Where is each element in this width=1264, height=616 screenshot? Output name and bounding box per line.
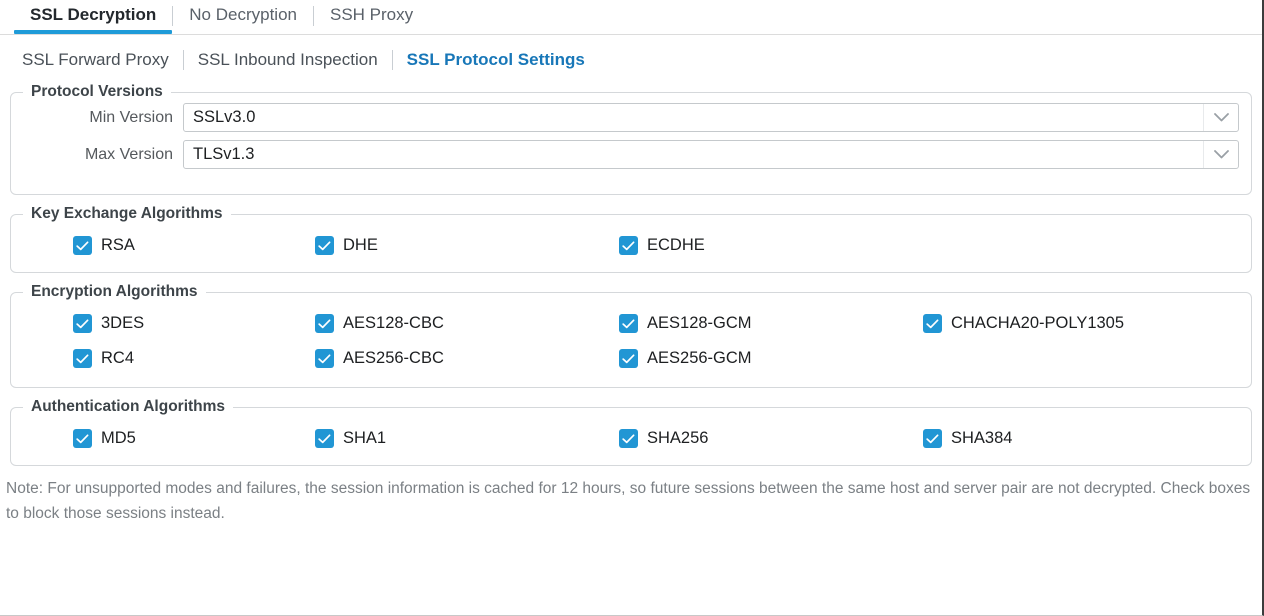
max-version-label: Max Version: [84, 145, 173, 163]
subtab-label: SSL Forward Proxy: [22, 50, 169, 69]
checkbox-label: AES256-CBC: [343, 349, 444, 367]
checkbox-label: SHA1: [343, 429, 387, 447]
checkbox-item-sha1[interactable]: SHA1: [315, 421, 619, 456]
checkbox-item-dhe[interactable]: DHE: [315, 228, 619, 263]
subtab-label: SSL Inbound Inspection: [197, 50, 378, 69]
checkbox-checked-icon[interactable]: [315, 236, 334, 255]
tab-label: SSH Proxy: [330, 5, 414, 24]
key-exchange-grid: RSA DHE ECDHE: [11, 223, 1251, 263]
encryption-algorithms-section: Encryption Algorithms 3DES RC4 AES128-CBC A…: [10, 283, 1252, 388]
tab-ssh-proxy[interactable]: SSH Proxy: [314, 0, 429, 34]
checkbox-label: RC4: [101, 349, 135, 367]
protocol-versions-section: Protocol Versions Min Version SSLv3.0 Ma…: [10, 83, 1252, 195]
checkbox-checked-icon[interactable]: [619, 236, 638, 255]
checkbox-item-chacha20-poly1305[interactable]: CHACHA20-POLY1305: [923, 306, 1227, 341]
tab-no-decryption[interactable]: No Decryption: [173, 0, 313, 34]
checkbox-item-aes256-cbc[interactable]: AES256-CBC: [315, 341, 619, 376]
checkbox-item-ecdhe[interactable]: ECDHE: [619, 228, 923, 263]
checkbox-checked-icon[interactable]: [619, 429, 638, 448]
tab-ssl-decryption[interactable]: SSL Decryption: [14, 0, 173, 34]
protocol-versions-legend: Protocol Versions: [31, 83, 163, 100]
min-version-value: SSLv3.0: [193, 108, 256, 126]
checkbox-label: DHE: [343, 236, 378, 254]
chevron-down-icon[interactable]: [1203, 141, 1238, 168]
checkbox-column: AES128-GCM AES256-GCM: [619, 306, 923, 376]
checkbox-label: MD5: [101, 429, 136, 447]
key-exchange-algorithms-section: Key Exchange Algorithms RSA DHE ECDHE: [10, 205, 1252, 273]
checkbox-column: DHE: [315, 228, 619, 263]
checkbox-item-md5[interactable]: MD5: [73, 421, 315, 456]
min-version-select[interactable]: SSLv3.0: [183, 103, 1239, 132]
checkbox-checked-icon[interactable]: [619, 349, 638, 368]
checkbox-label: CHACHA20-POLY1305: [951, 314, 1125, 332]
checkbox-checked-icon[interactable]: [315, 349, 334, 368]
checkbox-checked-icon[interactable]: [923, 429, 942, 448]
checkbox-column: [923, 228, 1227, 263]
checkbox-column: SHA256: [619, 421, 923, 456]
authentication-legend: Authentication Algorithms: [31, 398, 226, 415]
ssl-protocol-settings-page: SSL Decryption No Decryption SSH Proxy S…: [0, 0, 1264, 616]
checkbox-item-aes256-gcm[interactable]: AES256-GCM: [619, 341, 923, 376]
chevron-down-icon[interactable]: [1203, 104, 1238, 131]
secondary-tab-bar: SSL Forward Proxy SSL Inbound Inspection…: [0, 35, 1262, 83]
subtab-ssl-inbound-inspection[interactable]: SSL Inbound Inspection: [184, 49, 392, 71]
checkbox-column: 3DES RC4: [11, 306, 315, 376]
checkbox-checked-icon[interactable]: [73, 314, 92, 333]
checkbox-item-sha256[interactable]: SHA256: [619, 421, 923, 456]
checkbox-item-3des[interactable]: 3DES: [73, 306, 315, 341]
checkbox-checked-icon[interactable]: [923, 314, 942, 333]
checkbox-label: ECDHE: [647, 236, 705, 254]
checkbox-checked-icon[interactable]: [73, 236, 92, 255]
checkbox-checked-icon[interactable]: [315, 429, 334, 448]
checkbox-checked-icon[interactable]: [73, 349, 92, 368]
footer-note: Note: For unsupported modes and failures…: [6, 480, 1251, 522]
checkbox-column: SHA1: [315, 421, 619, 456]
authentication-grid: MD5 SHA1 SHA256 SHA384: [11, 416, 1251, 456]
checkbox-item-sha384[interactable]: SHA384: [923, 421, 1227, 456]
min-version-row: Min Version SSLv3.0: [11, 103, 1239, 132]
checkbox-checked-icon[interactable]: [315, 314, 334, 333]
tab-label: No Decryption: [189, 5, 297, 24]
checkbox-label: RSA: [101, 236, 135, 254]
tab-label: SSL Decryption: [30, 5, 157, 24]
max-version-row: Max Version TLSv1.3: [11, 140, 1239, 169]
checkbox-item-aes128-gcm[interactable]: AES128-GCM: [619, 306, 923, 341]
subtab-ssl-forward-proxy[interactable]: SSL Forward Proxy: [22, 49, 183, 71]
checkbox-item-rsa[interactable]: RSA: [73, 228, 315, 263]
checkbox-column: ECDHE: [619, 228, 923, 263]
checkbox-label: AES128-CBC: [343, 314, 444, 332]
subtab-label: SSL Protocol Settings: [406, 50, 585, 69]
checkbox-column: CHACHA20-POLY1305: [923, 306, 1227, 376]
checkbox-item-rc4[interactable]: RC4: [73, 341, 315, 376]
encryption-legend: Encryption Algorithms: [31, 283, 198, 300]
checkbox-label: 3DES: [101, 314, 145, 332]
checkbox-checked-icon[interactable]: [619, 314, 638, 333]
subtab-ssl-protocol-settings[interactable]: SSL Protocol Settings: [393, 49, 599, 71]
checkbox-column: SHA384: [923, 421, 1227, 456]
encryption-grid: 3DES RC4 AES128-CBC AES256-CBC AES128-GCM AES…: [11, 301, 1251, 376]
checkbox-column: MD5: [11, 421, 315, 456]
checkbox-label: SHA384: [951, 429, 1013, 447]
max-version-select[interactable]: TLSv1.3: [183, 140, 1239, 169]
checkbox-checked-icon[interactable]: [73, 429, 92, 448]
checkbox-column: RSA: [11, 228, 315, 263]
key-exchange-legend: Key Exchange Algorithms: [31, 205, 223, 222]
checkbox-label: AES128-GCM: [647, 314, 752, 332]
checkbox-column: AES128-CBC AES256-CBC: [315, 306, 619, 376]
checkbox-item-aes128-cbc[interactable]: AES128-CBC: [315, 306, 619, 341]
checkbox-label: AES256-GCM: [647, 349, 752, 367]
authentication-algorithms-section: Authentication Algorithms MD5 SHA1 SHA256 S…: [10, 398, 1252, 466]
min-version-label: Min Version: [89, 108, 173, 126]
primary-tab-bar: SSL Decryption No Decryption SSH Proxy: [0, 0, 1262, 35]
max-version-value: TLSv1.3: [193, 145, 255, 163]
checkbox-label: SHA256: [647, 429, 709, 447]
